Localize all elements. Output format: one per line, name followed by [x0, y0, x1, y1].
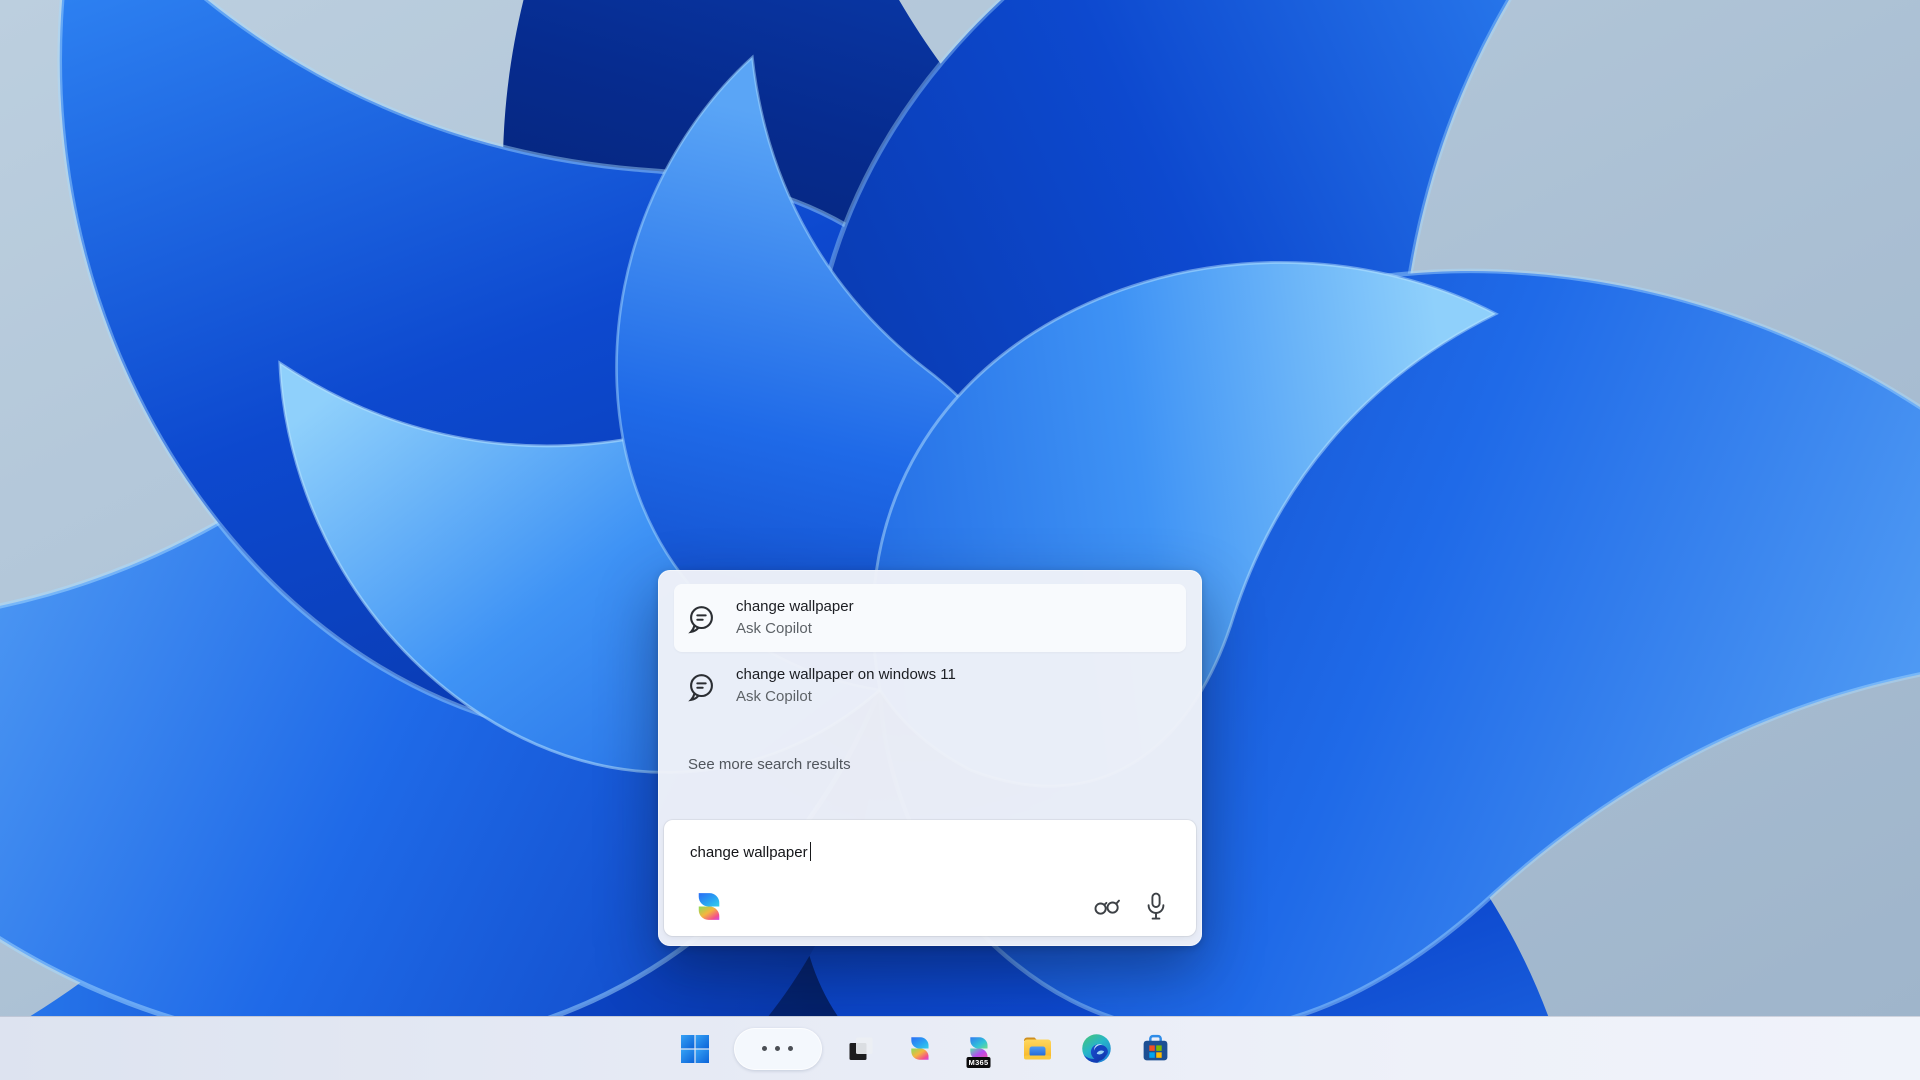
suggestion-row-1[interactable]: change wallpaper Ask Copilot [674, 584, 1186, 652]
taskbar: M365 [0, 1016, 1920, 1080]
edge-button[interactable] [1077, 1029, 1117, 1069]
copilot-app-button[interactable] [900, 1029, 940, 1069]
microsoft-store-icon [1140, 1033, 1171, 1064]
suggestion-subtitle: Ask Copilot [736, 686, 956, 708]
microphone-icon [1144, 892, 1168, 921]
search-input[interactable]: change wallpaper [690, 842, 811, 861]
chat-bubble-icon [686, 603, 717, 634]
text-caret [810, 842, 812, 861]
file-explorer-icon [1021, 1032, 1054, 1065]
taskbar-center-group: M365 [675, 1028, 1176, 1070]
search-box-actions [1094, 892, 1168, 921]
m365-badge: M365 [966, 1057, 991, 1068]
window-stack-button[interactable] [841, 1029, 881, 1069]
suggestion-title: change wallpaper on windows 11 [736, 664, 956, 686]
copilot-app-icon [904, 1033, 935, 1064]
microphone-button[interactable] [1144, 892, 1168, 921]
m365-copilot-button[interactable]: M365 [959, 1029, 999, 1069]
window-stack-icon [846, 1034, 876, 1064]
suggestion-title: change wallpaper [736, 596, 854, 618]
windows-start-icon [679, 1033, 711, 1065]
chat-bubble-icon [686, 671, 717, 702]
search-flyout: change wallpaper Ask Copilot change wall… [658, 570, 1202, 946]
copilot-logo-icon [690, 888, 727, 925]
file-explorer-button[interactable] [1018, 1029, 1058, 1069]
taskbar-search-pill[interactable] [734, 1028, 822, 1070]
search-input-value: change wallpaper [690, 844, 808, 861]
start-button[interactable] [675, 1029, 715, 1069]
see-more-search-results-link[interactable]: See more search results [688, 756, 851, 773]
desktop-screen: change wallpaper Ask Copilot change wall… [0, 0, 1920, 1080]
ellipsis-icon [762, 1046, 793, 1051]
microsoft-edge-icon [1081, 1033, 1112, 1064]
search-box: change wallpaper [664, 820, 1196, 936]
glasses-icon [1094, 898, 1121, 916]
suggestion-row-2[interactable]: change wallpaper on windows 11 Ask Copil… [674, 652, 1186, 720]
suggestion-subtitle: Ask Copilot [736, 618, 854, 640]
copilot-button[interactable] [690, 888, 727, 925]
microsoft-store-button[interactable] [1136, 1029, 1176, 1069]
glasses-button[interactable] [1094, 898, 1121, 916]
